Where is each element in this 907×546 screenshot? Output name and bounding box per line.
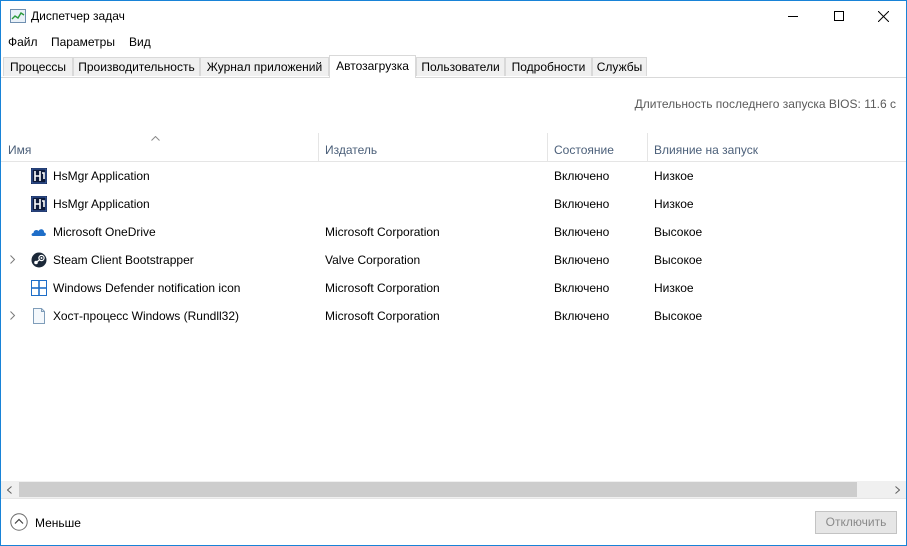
row-impact: Низкое xyxy=(654,169,694,183)
task-manager-app-icon xyxy=(10,9,26,23)
hsmgr-icon xyxy=(31,168,47,184)
row-name: Windows Defender notification icon xyxy=(53,281,241,295)
table-row[interactable]: Windows Defender notification icon Micro… xyxy=(1,274,906,302)
menu-options[interactable]: Параметры xyxy=(51,35,115,49)
column-header-name[interactable]: Имя xyxy=(1,133,318,161)
task-manager-window: Диспетчер задач Файл Параметры Вид Проце… xyxy=(0,0,907,546)
row-status: Включено xyxy=(554,197,610,211)
column-header-status[interactable]: Состояние xyxy=(547,133,647,161)
window-title: Диспетчер задач xyxy=(31,9,125,23)
row-name: HsMgr Application xyxy=(53,197,150,211)
row-name: Хост-процесс Windows (Rundll32) xyxy=(53,309,239,323)
row-publisher: Microsoft Corporation xyxy=(325,309,440,323)
bios-time-label: Длительность последнего запуска BIOS: 11… xyxy=(634,97,896,111)
table-row[interactable]: HsMgr Application Включено Низкое xyxy=(1,162,906,190)
scroll-left-icon xyxy=(7,485,12,494)
disable-button[interactable]: Отключить xyxy=(815,511,897,534)
row-publisher: Valve Corporation xyxy=(325,253,421,267)
tab-startup[interactable]: Автозагрузка xyxy=(329,55,416,78)
row-impact: Низкое xyxy=(654,281,694,295)
defender-icon xyxy=(31,280,47,296)
hsmgr-icon xyxy=(31,196,47,212)
tab-strip: Процессы Производительность Журнал прило… xyxy=(1,55,906,78)
row-status: Включено xyxy=(554,169,610,183)
rundll-icon xyxy=(33,308,45,324)
scrollbar-thumb[interactable] xyxy=(19,482,857,497)
onedrive-icon xyxy=(31,229,46,236)
menu-file[interactable]: Файл xyxy=(8,35,38,49)
column-header-startup-impact[interactable]: Влияние на запуск xyxy=(647,133,906,161)
tab-processes[interactable]: Процессы xyxy=(3,57,73,76)
row-impact: Низкое xyxy=(654,197,694,211)
tab-app-history[interactable]: Журнал приложений xyxy=(200,57,329,76)
expand-chevron-icon[interactable] xyxy=(10,311,16,320)
steam-icon xyxy=(31,252,47,268)
row-status: Включено xyxy=(554,281,610,295)
footer-bar: Меньше Отключить xyxy=(1,498,906,546)
close-icon xyxy=(877,10,889,22)
tab-services[interactable]: Службы xyxy=(592,57,647,76)
menu-view[interactable]: Вид xyxy=(129,35,151,49)
row-impact: Высокое xyxy=(654,309,703,323)
title-bar: Диспетчер задач xyxy=(1,1,906,31)
table-header: Имя Издатель Состояние Влияние на запуск xyxy=(1,133,906,162)
expand-chevron-icon[interactable] xyxy=(10,255,16,264)
minimize-button[interactable] xyxy=(770,1,816,31)
row-name: HsMgr Application xyxy=(53,169,150,183)
maximize-button[interactable] xyxy=(816,1,862,31)
row-status: Включено xyxy=(554,309,610,323)
tab-performance[interactable]: Производительность xyxy=(73,57,200,76)
table-row[interactable]: Microsoft OneDrive Microsoft Corporation… xyxy=(1,218,906,246)
table-row[interactable]: Steam Client Bootstrapper Valve Corporat… xyxy=(1,246,906,274)
row-publisher: Microsoft Corporation xyxy=(325,281,440,295)
table-row[interactable]: Хост-процесс Windows (Rundll32) Microsof… xyxy=(1,302,906,330)
maximize-icon xyxy=(834,11,844,21)
table-row[interactable]: HsMgr Application Включено Низкое xyxy=(1,190,906,218)
row-status: Включено xyxy=(554,253,610,267)
row-status: Включено xyxy=(554,225,610,239)
collapse-circle-icon[interactable] xyxy=(10,513,28,531)
close-button[interactable] xyxy=(860,1,906,31)
row-name: Steam Client Bootstrapper xyxy=(53,253,194,267)
scroll-left-button[interactable] xyxy=(1,481,18,498)
row-impact: Высокое xyxy=(654,225,703,239)
row-name: Microsoft OneDrive xyxy=(53,225,156,239)
row-publisher: Microsoft Corporation xyxy=(325,225,440,239)
minimize-icon xyxy=(788,16,798,17)
row-impact: Высокое xyxy=(654,253,703,267)
column-header-publisher[interactable]: Издатель xyxy=(318,133,547,161)
scroll-right-button[interactable] xyxy=(889,481,906,498)
scroll-right-icon xyxy=(895,485,900,494)
tab-users[interactable]: Пользователи xyxy=(416,57,505,76)
tab-details[interactable]: Подробности xyxy=(505,57,592,76)
fewer-details-link[interactable]: Меньше xyxy=(35,516,81,530)
horizontal-scrollbar[interactable] xyxy=(1,481,906,498)
